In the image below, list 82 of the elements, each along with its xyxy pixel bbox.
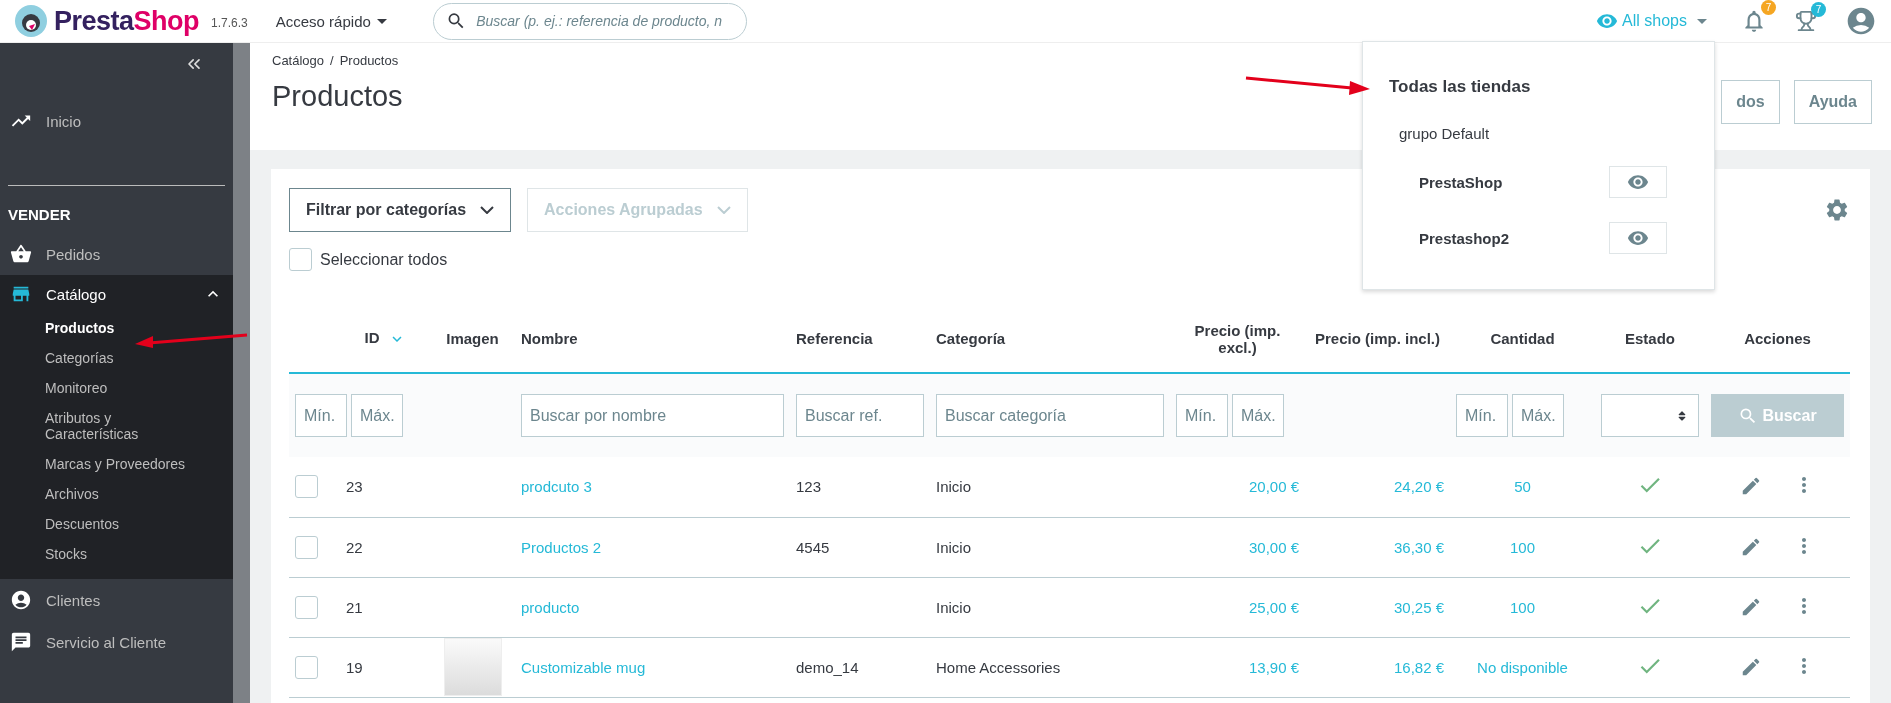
scrollbar[interactable] — [233, 43, 250, 703]
caret-icon — [376, 18, 387, 24]
settings-icon[interactable] — [1824, 197, 1850, 223]
row-checkbox[interactable] — [295, 475, 318, 499]
range-input[interactable]: Mín. — [295, 394, 347, 437]
header-button[interactable]: Ayuda — [1793, 80, 1872, 124]
logo-wordmark: PrestaShop — [54, 5, 200, 37]
column-header[interactable]: Imagen — [446, 330, 499, 347]
reference-cell: demo_14 — [796, 658, 859, 676]
submenu-item[interactable]: Descuentos — [0, 509, 119, 539]
select-all-checkbox[interactable]: Seleccionar todos — [289, 248, 448, 271]
dropdown-item[interactable]: grupo Default — [1399, 125, 1688, 142]
range-input[interactable]: Máx. — [351, 394, 403, 437]
id-cell: 22 — [346, 538, 363, 556]
id-cell: 19 — [346, 658, 363, 676]
quick-access-menu[interactable]: Acceso rápido — [269, 11, 393, 31]
section-heading: VENDER — [7, 206, 72, 223]
dropdown-item[interactable]: PrestaShop — [1419, 173, 1609, 191]
photo-placeholder — [443, 638, 502, 696]
category-cell: Inicio — [936, 478, 972, 496]
chevron-down-icon — [480, 206, 495, 214]
submenu-item[interactable]: Stocks — [0, 539, 87, 569]
version-text: 1.7.6.3 — [211, 16, 248, 30]
trophy-icon[interactable] — [1795, 10, 1817, 32]
submenu-item[interactable]: Productos — [0, 313, 115, 343]
category-cell: Inicio — [936, 598, 972, 616]
page-title: Productos — [272, 80, 403, 113]
nav-icon — [10, 631, 32, 653]
column-header[interactable]: Categoría — [936, 330, 1006, 347]
column-header[interactable]: Cantidad — [1490, 330, 1555, 347]
sidebar-item[interactable]: Servicio al Cliente — [0, 621, 233, 663]
row-checkbox[interactable] — [295, 655, 318, 679]
reference-cell: 123 — [796, 478, 822, 496]
header-button[interactable]: dos — [1721, 80, 1780, 124]
column-header[interactable]: ID — [364, 329, 406, 348]
id-cell: 21 — [346, 598, 363, 616]
column-header[interactable]: Precio (imp. excl.) — [1176, 321, 1299, 356]
logo-icon — [14, 4, 48, 38]
column-header[interactable]: Nombre — [521, 330, 578, 347]
row-checkbox[interactable] — [295, 595, 318, 619]
submenu-item[interactable]: Categorías — [0, 343, 114, 373]
dropdown-item[interactable]: Todas las tiendas — [1389, 77, 1688, 97]
submenu-item[interactable]: Archivos — [0, 479, 99, 509]
category-cell: Inicio — [936, 538, 972, 556]
id-cell: 23 — [346, 478, 363, 496]
sidebar-item[interactable]: Inicio — [0, 75, 233, 167]
range-input[interactable]: Máx. — [1512, 394, 1564, 437]
row-checkbox[interactable] — [295, 535, 318, 559]
range-input[interactable]: Mín. — [1176, 394, 1228, 437]
column-header[interactable]: Acciones — [1744, 330, 1811, 347]
count-badge: 7 — [1811, 2, 1826, 17]
chevron-down-icon — [716, 206, 731, 214]
category-cell: Home Accessories — [936, 658, 1061, 676]
category-filter-dropdown[interactable]: Filtrar por categorías — [289, 188, 512, 232]
submenu-item[interactable]: Marcas y Proveedores — [0, 449, 186, 479]
nav-icon — [10, 243, 32, 265]
sidebar-item[interactable]: Catálogo — [0, 275, 233, 313]
dropdown-item[interactable]: Prestashop2 — [1419, 229, 1609, 247]
range-input[interactable]: Mín. — [1456, 394, 1508, 437]
search-input[interactable]: Buscar categoría — [936, 394, 1164, 437]
search-input[interactable]: Buscar por nombre — [521, 394, 784, 437]
reference-cell: 4545 — [796, 538, 830, 556]
breadcrumb-link[interactable]: Productos — [339, 53, 399, 68]
column-header[interactable]: Estado — [1625, 330, 1675, 347]
sidebar-item[interactable]: Pedidos — [0, 233, 233, 275]
sort-icon — [1676, 409, 1688, 422]
column-header[interactable]: Precio (imp. incl.) — [1315, 330, 1440, 347]
breadcrumb-link[interactable]: Catálogo — [272, 53, 325, 68]
caret-icon — [1697, 18, 1707, 24]
status-select[interactable] — [1601, 394, 1699, 437]
submenu-item[interactable]: Monitoreo — [0, 373, 108, 403]
breadcrumb-separator: / — [330, 53, 334, 68]
count-badge: 7 — [1761, 0, 1776, 15]
view-shop-button[interactable] — [1609, 222, 1667, 254]
column-header[interactable]: Referencia — [796, 330, 873, 347]
submenu-item[interactable]: Atributos y Características — [0, 403, 200, 449]
user-avatar-icon[interactable] — [1845, 5, 1877, 37]
range-input[interactable]: Máx. — [1232, 394, 1284, 437]
view-shop-button[interactable] — [1609, 166, 1667, 198]
sidebar-item[interactable]: Clientes — [0, 579, 233, 621]
nav-icon — [10, 589, 32, 611]
search-input[interactable]: Buscar ref. — [796, 394, 924, 437]
